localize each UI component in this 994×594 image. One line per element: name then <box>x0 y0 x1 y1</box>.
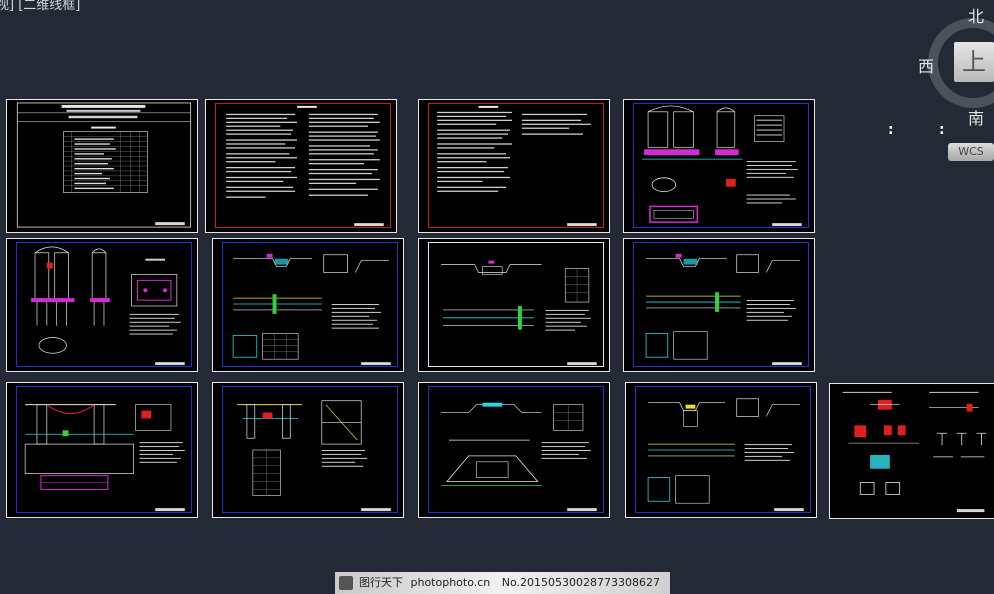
compass-west-label[interactable]: 西 <box>918 53 934 77</box>
notes-drawing <box>226 105 384 227</box>
watermark-number: No.20150530028773308627 <box>501 576 661 589</box>
layout-sheet-plan-profile-2[interactable] <box>418 238 610 372</box>
layout-sheet-notes-1[interactable] <box>205 99 397 233</box>
tower-drawing <box>31 246 185 366</box>
bridge-elevation-drawing <box>24 404 185 512</box>
tower-drawing <box>642 105 802 227</box>
compass-south-label[interactable]: 南 <box>968 105 984 129</box>
watermark-logo-icon <box>339 576 353 590</box>
plan-profile-drawing <box>232 253 391 366</box>
embankment-drawing <box>441 402 597 512</box>
layout-sheet-embankment[interactable] <box>418 382 610 518</box>
layout-sheet-plan-profile-3[interactable] <box>623 238 815 372</box>
layout-sheet-plan-profile-4[interactable] <box>625 382 817 518</box>
viewport-label[interactable]: 视] [二维线框] <box>0 0 80 13</box>
ucs-y-tick-icon: : <box>939 122 945 138</box>
watermark-bar: 图行天下 photophoto.cn No.201505300287733086… <box>335 572 670 594</box>
compass-north-label[interactable]: 北 <box>968 3 984 27</box>
layout-sheet-notes-2[interactable] <box>418 99 610 233</box>
layout-sheet-details[interactable] <box>829 383 994 519</box>
section-detail-drawing <box>237 400 391 512</box>
plan-profile-drawing <box>645 253 802 366</box>
view-cube-top-face[interactable]: 上 <box>954 42 994 82</box>
layout-sheet-section-detail[interactable] <box>212 382 404 518</box>
layout-sheet-tower-2[interactable] <box>6 238 198 372</box>
details-drawing <box>842 391 987 513</box>
watermark-site: photophoto.cn <box>410 576 491 589</box>
view-cube[interactable]: 上 北 南 西 <box>918 7 994 128</box>
watermark-brand: 图行天下 <box>359 576 403 589</box>
ucs-x-tick-icon: : <box>888 122 894 138</box>
layout-sheet-bridge-elevation[interactable] <box>6 382 198 518</box>
plan-profile-drawing <box>647 398 804 512</box>
cover-drawing <box>16 102 192 228</box>
notes-drawing <box>437 105 597 227</box>
layout-sheet-plan-profile-1[interactable] <box>212 238 404 372</box>
wcs-menu-button[interactable]: WCS <box>948 143 994 161</box>
plan-profile-drawing <box>441 260 597 366</box>
layout-sheet-cover[interactable] <box>6 99 198 233</box>
layout-sheet-tower-1[interactable] <box>623 99 815 233</box>
